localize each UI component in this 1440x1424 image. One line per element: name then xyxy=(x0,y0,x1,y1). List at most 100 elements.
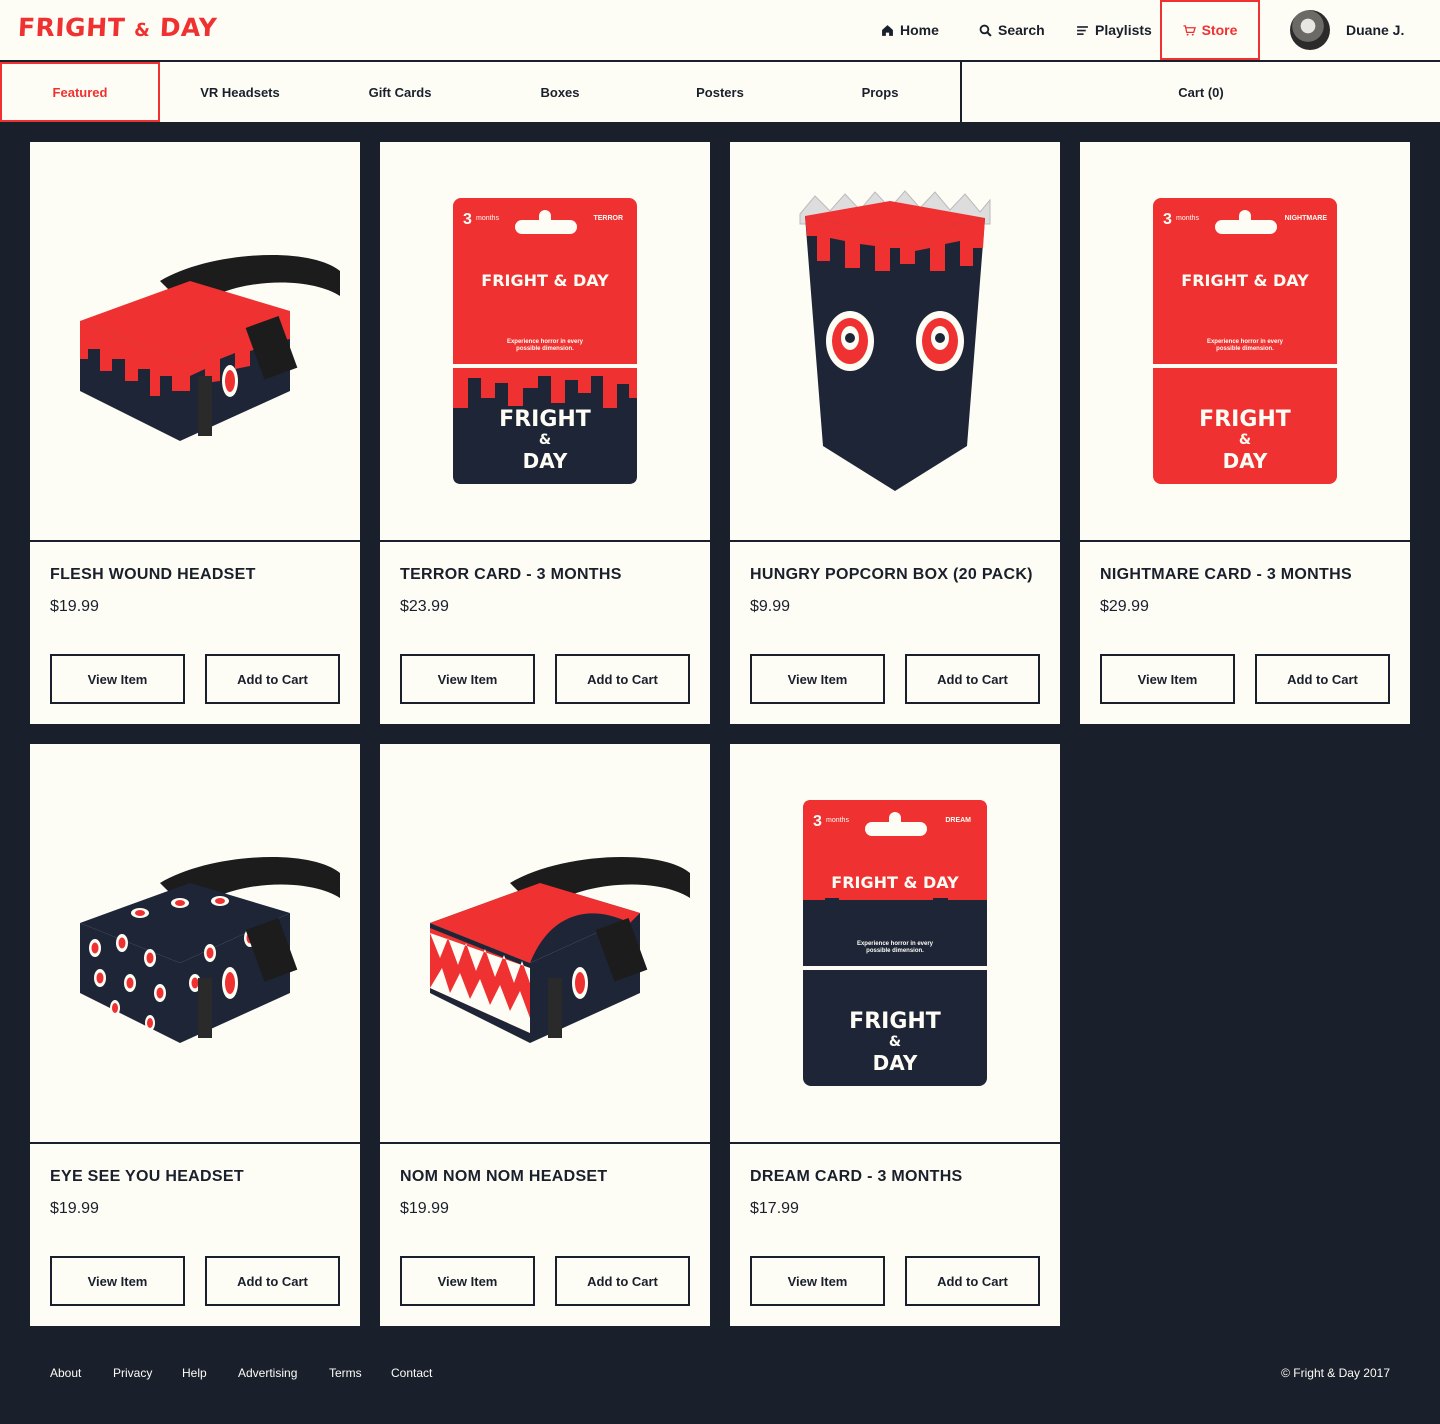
user-avatar[interactable] xyxy=(1290,10,1330,50)
category-posters[interactable]: Posters xyxy=(640,62,800,122)
nav-store[interactable]: Store xyxy=(1160,0,1260,60)
category-featured[interactable]: Featured xyxy=(0,62,160,122)
category-props[interactable]: Props xyxy=(800,62,960,122)
user-name[interactable]: Duane J. xyxy=(1346,0,1404,60)
view-item-button[interactable]: View Item xyxy=(750,1256,885,1306)
product-name: DREAM CARD - 3 MONTHS xyxy=(750,1168,963,1185)
add-to-cart-button[interactable]: Add to Cart xyxy=(205,1256,340,1306)
category-vr-headsets[interactable]: VR Headsets xyxy=(160,62,320,122)
view-item-button[interactable]: View Item xyxy=(400,654,535,704)
nav-home-label: Home xyxy=(900,22,939,38)
product-image[interactable] xyxy=(730,142,1060,542)
card-tagline-2: possible dimension. xyxy=(516,346,574,352)
view-item-button[interactable]: View Item xyxy=(50,654,185,704)
footer-link-help[interactable]: Help xyxy=(182,1366,207,1380)
card-tagline-2: possible dimension. xyxy=(866,948,924,954)
card-tier-label: DREAM xyxy=(945,817,971,824)
card-brand: FRIGHT & DAY xyxy=(831,873,959,892)
card-months-number: 3 xyxy=(463,211,472,228)
cart-icon xyxy=(1183,24,1196,36)
product-image[interactable]: 3 months DREAM FRIGHT & DAY Experience h… xyxy=(730,744,1060,1144)
card-logo-3: DAY xyxy=(523,449,568,473)
footer-link-advertising[interactable]: Advertising xyxy=(238,1366,297,1380)
footer-link-terms[interactable]: Terms xyxy=(329,1366,362,1380)
product-card: 3 months DREAM FRIGHT & DAY Experience h… xyxy=(730,744,1060,1326)
product-image[interactable] xyxy=(30,142,360,542)
nav-search-label: Search xyxy=(998,22,1045,38)
card-logo-1: FRIGHT xyxy=(1199,407,1291,432)
nav-playlists-label: Playlists xyxy=(1095,22,1152,38)
nav-search[interactable]: Search xyxy=(979,0,1045,60)
popcorn-box-image xyxy=(799,190,991,491)
view-item-button[interactable]: View Item xyxy=(400,1256,535,1306)
card-months-word: months xyxy=(826,817,849,824)
vr-headset-image xyxy=(80,856,340,1043)
card-logo-2: & xyxy=(1239,432,1251,448)
card-months-number: 3 xyxy=(1163,211,1172,228)
card-months-word: months xyxy=(1176,215,1199,222)
card-tagline-2: possible dimension. xyxy=(1216,346,1274,352)
product-card: 3 months NIGHTMARE FRIGHT & DAY Experien… xyxy=(1080,142,1410,724)
add-to-cart-button[interactable]: Add to Cart xyxy=(555,1256,690,1306)
product-price: $19.99 xyxy=(400,1200,449,1217)
top-navigation-bar: FRIGHT & DAY Home Search Playlists Store… xyxy=(0,0,1440,62)
category-gift-cards[interactable]: Gift Cards xyxy=(320,62,480,122)
add-to-cart-button[interactable]: Add to Cart xyxy=(555,654,690,704)
add-to-cart-button[interactable]: Add to Cart xyxy=(905,1256,1040,1306)
footer-link-privacy[interactable]: Privacy xyxy=(113,1366,152,1380)
product-price: $23.99 xyxy=(400,598,449,615)
home-icon xyxy=(882,24,893,36)
card-logo-1: FRIGHT xyxy=(849,1009,941,1034)
copyright-text: © Fright & Day 2017 xyxy=(1281,1366,1390,1380)
list-icon xyxy=(1077,25,1088,35)
product-card: NOM NOM NOM HEADSET $19.99 View Item Add… xyxy=(380,744,710,1326)
footer-link-about[interactable]: About xyxy=(50,1366,81,1380)
gift-card-terror-image: 3 months TERROR FRIGHT & DAY Experience … xyxy=(453,198,637,484)
product-name: NOM NOM NOM HEADSET xyxy=(400,1168,608,1185)
card-logo-1: FRIGHT xyxy=(499,407,591,432)
product-card: EYE SEE YOU HEADSET $19.99 View Item Add… xyxy=(30,744,360,1326)
add-to-cart-button[interactable]: Add to Cart xyxy=(1255,654,1390,704)
view-item-button[interactable]: View Item xyxy=(50,1256,185,1306)
nav-playlists[interactable]: Playlists xyxy=(1076,0,1152,60)
product-card: FLESH WOUND HEADSET $19.99 View Item Add… xyxy=(30,142,360,724)
product-price: $9.99 xyxy=(750,598,791,615)
product-name: EYE SEE YOU HEADSET xyxy=(50,1168,244,1185)
product-image[interactable] xyxy=(30,744,360,1144)
add-to-cart-button[interactable]: Add to Cart xyxy=(905,654,1040,704)
view-item-button[interactable]: View Item xyxy=(1100,654,1235,704)
card-logo-2: & xyxy=(889,1034,901,1050)
card-tier-label: TERROR xyxy=(593,215,623,222)
product-image[interactable]: 3 months NIGHTMARE FRIGHT & DAY Experien… xyxy=(1080,142,1410,542)
category-boxes[interactable]: Boxes xyxy=(480,62,640,122)
card-logo-2: & xyxy=(539,432,551,448)
card-months-number: 3 xyxy=(813,813,822,830)
product-price: $19.99 xyxy=(50,1200,99,1217)
gift-card-nightmare-image: 3 months NIGHTMARE FRIGHT & DAY Experien… xyxy=(1153,198,1337,484)
product-image[interactable]: 3 months TERROR FRIGHT & DAY Experience … xyxy=(380,142,710,542)
vr-headset-image xyxy=(430,856,690,1043)
search-icon xyxy=(979,24,992,37)
product-name: NIGHTMARE CARD - 3 MONTHS xyxy=(1100,566,1352,583)
card-tagline-1: Experience horror in every xyxy=(507,339,584,345)
product-price: $17.99 xyxy=(750,1200,799,1217)
card-brand: FRIGHT & DAY xyxy=(1181,271,1309,290)
product-price: $19.99 xyxy=(50,598,99,615)
cart-link[interactable]: Cart (0) xyxy=(960,62,1440,122)
card-tagline-1: Experience horror in every xyxy=(857,941,934,947)
product-name: FLESH WOUND HEADSET xyxy=(50,566,256,583)
vr-headset-image xyxy=(80,254,340,441)
card-brand: FRIGHT & DAY xyxy=(481,271,609,290)
nav-store-label: Store xyxy=(1201,22,1238,38)
brand-logo[interactable]: FRIGHT & DAY xyxy=(17,13,218,42)
add-to-cart-button[interactable]: Add to Cart xyxy=(205,654,340,704)
footer-link-contact[interactable]: Contact xyxy=(391,1366,432,1380)
category-bar: Featured VR Headsets Gift Cards Boxes Po… xyxy=(0,62,1440,122)
product-image[interactable] xyxy=(380,744,710,1144)
card-tier-label: NIGHTMARE xyxy=(1285,215,1328,222)
product-card: 3 months TERROR FRIGHT & DAY Experience … xyxy=(380,142,710,724)
product-price: $29.99 xyxy=(1100,598,1149,615)
nav-home[interactable]: Home xyxy=(881,0,939,60)
card-logo-3: DAY xyxy=(873,1051,918,1075)
view-item-button[interactable]: View Item xyxy=(750,654,885,704)
